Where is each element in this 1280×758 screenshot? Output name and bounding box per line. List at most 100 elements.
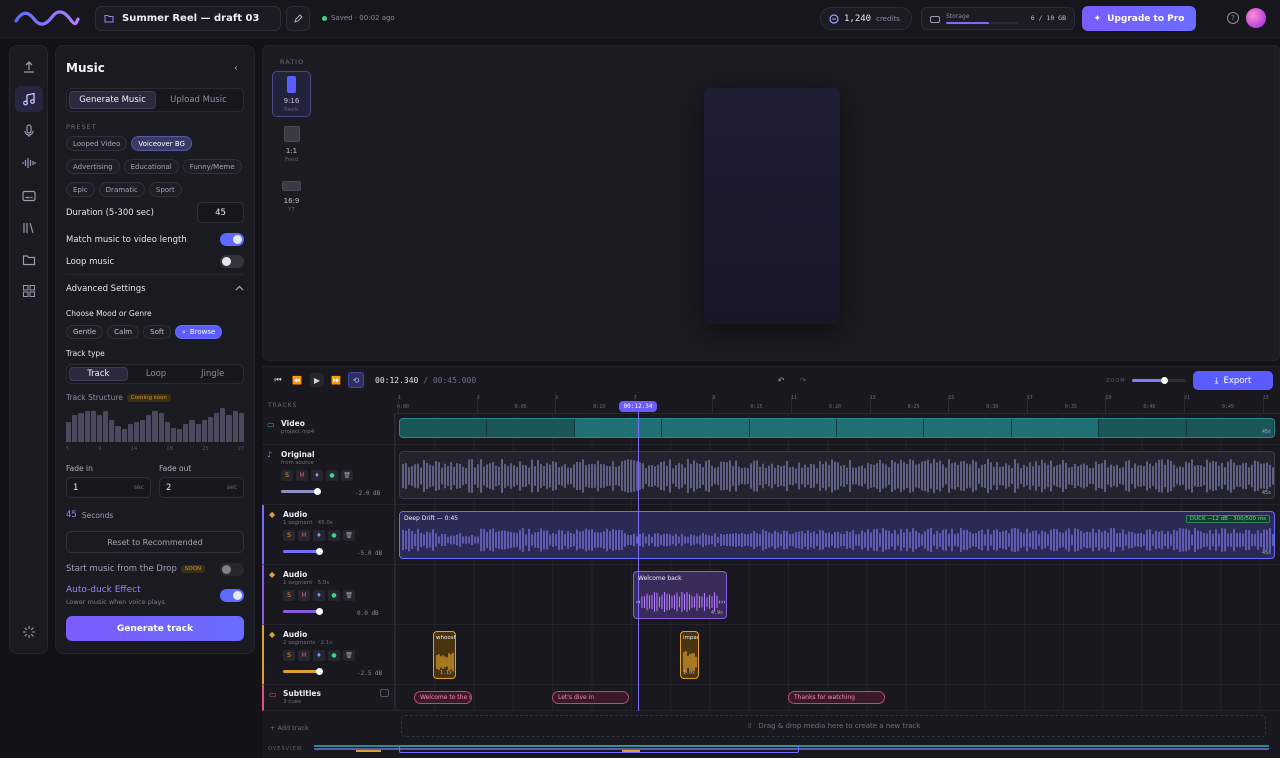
lane-voice[interactable]: Welcome back 4.9s (395, 565, 1280, 625)
drop-zone[interactable]: ⇧ Drag & drop media here to create a new … (401, 715, 1266, 737)
subtitle-menu-icon[interactable] (380, 689, 389, 697)
track-header-music[interactable]: ◆ Audio 1 segment · 45.0s S M ♦ ● 🗑 -5.0 dB (262, 505, 395, 565)
fade-in-input[interactable]: 1 sec (66, 477, 151, 498)
solo-button[interactable]: S (283, 590, 295, 601)
lane-video[interactable]: 45s (395, 414, 1280, 445)
rewind-icon[interactable]: ⏪ (290, 373, 304, 387)
avatar[interactable] (1246, 8, 1266, 28)
mic-icon[interactable]: ♦ (313, 530, 325, 541)
mood-chip[interactable]: Calm (107, 325, 140, 339)
add-track-button[interactable]: + Add track (270, 724, 309, 732)
logo-icon[interactable] (14, 9, 80, 27)
storage-meter[interactable]: Storage 6 / 10 GB (921, 7, 1075, 30)
trash-icon[interactable]: 🗑 (343, 590, 355, 601)
volume-knob[interactable] (314, 488, 321, 495)
generate-track-button[interactable]: Generate track (66, 616, 244, 641)
preset-chip[interactable]: Sport (148, 182, 182, 197)
subtitle-cue[interactable]: Let's dive in (552, 691, 629, 704)
effects-dot-icon[interactable]: ● (328, 590, 340, 601)
mood-chip[interactable]: Gentle (66, 325, 104, 339)
volume-slider[interactable] (281, 488, 321, 495)
trash-icon[interactable]: 🗑 (343, 650, 355, 661)
tab-generate-music[interactable]: Generate Music (69, 91, 156, 109)
zoom-slider[interactable] (1132, 377, 1186, 384)
track-header-video[interactable]: ▭ Video project.mp4 (262, 414, 395, 445)
overview-strip[interactable] (314, 745, 1269, 753)
lane-sfx[interactable]: whoosh 1.1s impact 1.0s (395, 625, 1280, 685)
music-icon[interactable] (15, 86, 43, 112)
ratio-1-1[interactable]: 1:1 Feed (272, 126, 311, 166)
mute-button[interactable]: M (298, 650, 310, 661)
subtitle-cue[interactable]: Welcome to the st (414, 691, 472, 704)
preset-chip[interactable]: Funny/Meme (182, 159, 242, 174)
duck-badge[interactable]: DUCK −12 dB · 300/500 ms (1185, 515, 1270, 523)
preset-chip[interactable]: Voiceover BG (131, 136, 192, 151)
effects-dot-icon[interactable]: ● (326, 470, 338, 481)
templates-icon[interactable] (15, 278, 43, 304)
redo-icon[interactable]: ↷ (796, 373, 810, 387)
loop-music-toggle[interactable] (220, 255, 244, 268)
effects-dot-icon[interactable]: ● (328, 650, 340, 661)
upload-icon[interactable] (15, 54, 43, 80)
duration-input[interactable]: 45 (197, 202, 244, 223)
play-icon[interactable]: ▶ (310, 373, 324, 387)
volume-knob[interactable] (316, 548, 323, 555)
mute-button[interactable]: M (298, 590, 310, 601)
mic-icon[interactable]: ♦ (313, 590, 325, 601)
tab-upload-music[interactable]: Upload Music (156, 91, 241, 109)
mute-button[interactable]: M (296, 470, 308, 481)
drop-toggle[interactable] (220, 563, 244, 576)
track-header-sfx[interactable]: ◆ Audio 2 segments · 2.1s S M ♦ ● 🗑 -2.5 dB (262, 625, 395, 685)
voice-clip[interactable]: Welcome back 4.9s (633, 571, 727, 619)
rename-button[interactable] (286, 6, 310, 31)
mood-chip[interactable]: Soft (143, 325, 171, 339)
preset-chip[interactable]: Dramatic (98, 182, 145, 197)
playhead[interactable] (638, 404, 639, 711)
track-type-track[interactable]: Track (69, 367, 128, 381)
subtitles-icon[interactable] (15, 183, 43, 209)
solo-button[interactable]: S (281, 470, 293, 481)
ratio-16-9[interactable]: 16:9 YT (272, 181, 311, 221)
upgrade-button[interactable]: ✦ Upgrade to Pro (1082, 6, 1196, 31)
playhead-time[interactable]: 00:12.34 (619, 401, 657, 412)
collapse-panel-button[interactable]: ‹ (228, 61, 244, 75)
track-header-original[interactable]: ♪ Original from source S M ♦ ● 🗑 -2.0 dB (262, 445, 395, 505)
volume-slider[interactable] (283, 608, 323, 615)
folder-icon[interactable] (15, 247, 43, 273)
help-icon[interactable]: ? (1227, 12, 1239, 24)
subtitle-cue[interactable]: Thanks for watching (788, 691, 885, 704)
undo-icon[interactable]: ↶ (774, 373, 788, 387)
track-type-jingle[interactable]: Jingle (184, 367, 241, 381)
library-icon[interactable] (15, 215, 43, 241)
credits-pill[interactable]: 1,240 credits (820, 7, 912, 30)
track-header-subtitles[interactable]: ▭ Subtitles 3 cues (262, 685, 395, 711)
volume-slider[interactable] (283, 668, 323, 675)
zoom-knob[interactable] (1161, 377, 1169, 384)
volume-slider[interactable] (283, 548, 323, 555)
video-canvas[interactable] (704, 88, 840, 324)
overview-viewport[interactable] (399, 745, 799, 753)
export-button[interactable]: ⤓ Export (1193, 371, 1273, 390)
preset-chip[interactable]: Educational (123, 159, 179, 174)
ratio-9-16[interactable]: 9:16 Reels (272, 71, 311, 117)
fade-out-input[interactable]: 2 sec (159, 477, 244, 498)
project-title-box[interactable]: Summer Reel — draft 03 (95, 6, 281, 31)
preset-chip[interactable]: Advertising (66, 159, 120, 174)
preset-chip[interactable]: Epic (66, 182, 95, 197)
effects-icon[interactable] (15, 619, 43, 645)
lane-music[interactable]: Deep Drift — 0:45 DUCK −12 dB · 300/500 … (395, 505, 1280, 565)
mic-icon[interactable]: ♦ (313, 650, 325, 661)
lane-original[interactable]: 45s (395, 445, 1280, 505)
solo-button[interactable]: S (283, 530, 295, 541)
reset-button[interactable]: Reset to Recommended (66, 531, 244, 553)
lane-subtitles[interactable]: Welcome to the st Let's dive in Thanks f… (395, 685, 1280, 711)
original-audio-clip[interactable]: 45s (399, 451, 1275, 499)
effects-dot-icon[interactable]: ● (328, 530, 340, 541)
video-clip[interactable]: 45s (399, 418, 1275, 438)
sfx-clip-whoosh[interactable]: whoosh 1.1s (433, 631, 456, 679)
track-header-voice[interactable]: ◆ Audio 1 segment · 5.0s S M ♦ ● 🗑 0.0 dB (262, 565, 395, 625)
time-ruler[interactable]: 1 0:00 3 0:05 5 0:10 7 9 0:15 11 0:20 13 0:25 15 0:30 1… (395, 395, 1280, 414)
mic-icon[interactable]: ♦ (311, 470, 323, 481)
trash-icon[interactable]: 🗑 (343, 530, 355, 541)
waveform-icon[interactable] (15, 150, 43, 176)
